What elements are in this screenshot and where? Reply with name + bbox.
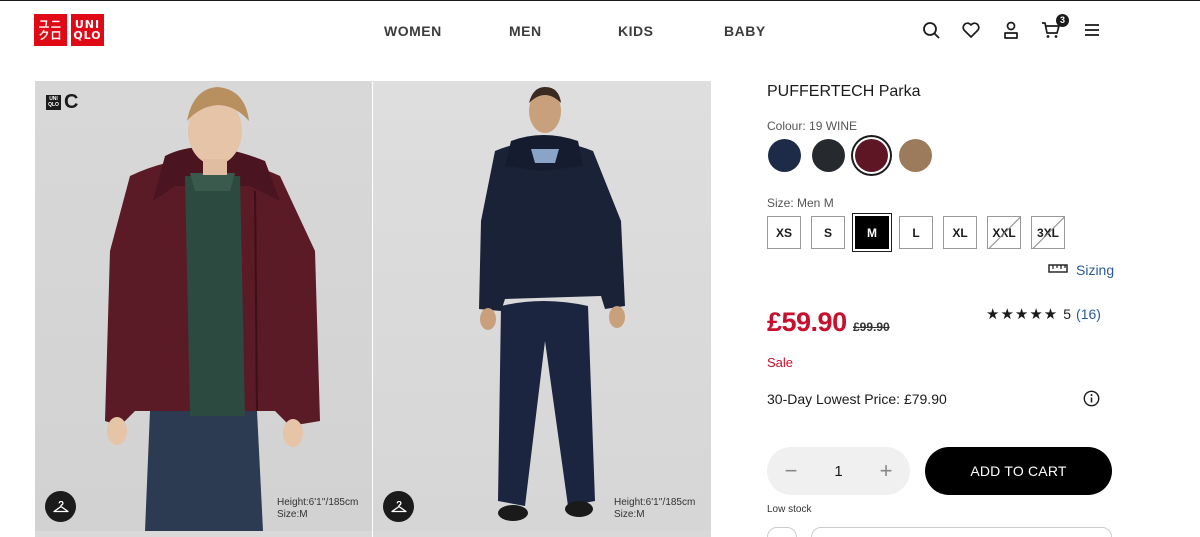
product-photo-1[interactable]: UNI QLO C Height:6'1''/185cm Size:M: [35, 81, 372, 531]
rating: ★★★★★ 5 (16): [986, 305, 1101, 323]
colour-swatch-black[interactable]: [812, 139, 845, 172]
colour-swatch-brown[interactable]: [899, 139, 932, 172]
size-option-m[interactable]: M: [855, 216, 889, 249]
size-option-l[interactable]: L: [899, 216, 933, 249]
nav-men[interactable]: MEN: [509, 23, 542, 39]
model-info-2: Height:6'1''/185cm Size:M: [614, 497, 695, 521]
original-price: £99.90: [853, 320, 890, 334]
sale-label: Sale: [767, 355, 794, 370]
sizing-link[interactable]: Sizing: [1048, 261, 1114, 279]
quantity-stepper: − 1 +: [767, 447, 910, 495]
partial-button-right[interactable]: [811, 527, 1112, 537]
nav-kids[interactable]: KIDS: [618, 23, 653, 39]
model-size-2: Size:M: [614, 509, 645, 520]
sale-price: £59.90: [767, 307, 847, 337]
size-option-xs[interactable]: XS: [767, 216, 801, 249]
product-title: PUFFERTECH Parka: [767, 83, 921, 100]
model-figure-1: [105, 87, 320, 531]
quantity-value[interactable]: 1: [834, 463, 842, 480]
model-height-1: Height:6'1''/185cm: [277, 497, 359, 508]
model-figure-2: [479, 87, 625, 521]
info-icon[interactable]: [1083, 390, 1100, 407]
model-info-1: Height:6'1''/185cm Size:M: [277, 497, 358, 521]
size-label: Size: Men M: [767, 196, 834, 210]
quantity-decrease-button[interactable]: −: [783, 458, 799, 484]
product-photo-2[interactable]: Height:6'1''/185cm Size:M: [373, 81, 711, 531]
size-option-xl[interactable]: XL: [943, 216, 977, 249]
hanger-icon[interactable]: [383, 491, 414, 522]
colour-label: Colour: 19 WINE: [767, 119, 858, 133]
nav-women[interactable]: WOMEN: [384, 23, 442, 39]
menu-icon[interactable]: [1081, 19, 1103, 41]
size-option-xxl[interactable]: XXL: [987, 216, 1021, 249]
lowest-price-text: 30-Day Lowest Price: £79.90: [767, 391, 947, 407]
top-border: [0, 0, 1200, 1]
nav-baby[interactable]: BABY: [724, 23, 766, 39]
user-icon[interactable]: [1000, 19, 1022, 41]
colour-swatch-wine[interactable]: [855, 139, 888, 172]
sizing-label: Sizing: [1076, 262, 1115, 278]
size-option-3xl[interactable]: 3XL: [1031, 216, 1065, 249]
next-photo-row-2: [373, 531, 711, 537]
model-size-1: Size:M: [277, 509, 308, 520]
ruler-icon: [1048, 261, 1068, 279]
next-photo-row-1: [35, 531, 372, 537]
hanger-icon[interactable]: [45, 491, 76, 522]
search-icon[interactable]: [920, 19, 942, 41]
heart-icon[interactable]: [960, 19, 982, 41]
model-height-2: Height:6'1''/185cm: [614, 497, 696, 508]
colour-swatch-navy[interactable]: [768, 139, 801, 172]
add-to-cart-button[interactable]: ADD TO CART: [925, 447, 1112, 495]
partial-button-left[interactable]: [767, 527, 797, 537]
quantity-increase-button[interactable]: +: [878, 458, 894, 484]
cart-count-badge: 3: [1056, 14, 1069, 27]
star-rating-icon: ★★★★★: [986, 306, 1059, 323]
rating-value: 5: [1063, 306, 1072, 322]
size-option-s[interactable]: S: [811, 216, 845, 249]
review-count-link[interactable]: (16): [1076, 306, 1101, 322]
stock-status: Low stock: [767, 504, 812, 515]
